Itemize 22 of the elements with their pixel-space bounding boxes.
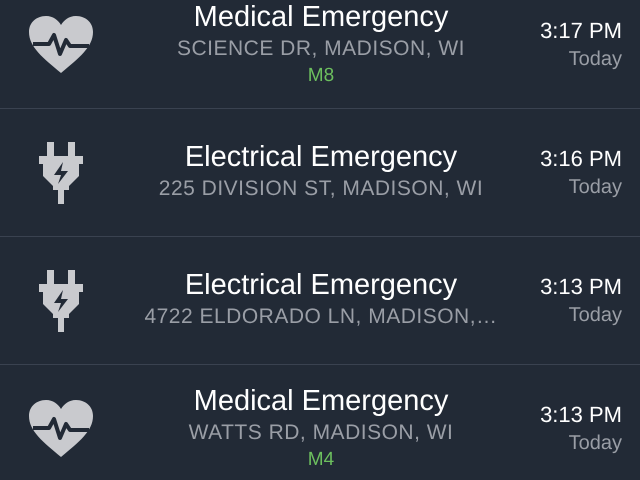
incident-address: 4722 ELDORADO LN, MADISON,… — [144, 304, 498, 330]
heart-pulse-icon — [29, 400, 93, 458]
incident-address: 225 DIVISION ST, MADISON, WI — [158, 176, 484, 202]
incident-address: SCIENCE DR, MADISON, WI — [176, 36, 466, 62]
incident-time: 3:13 PM — [540, 401, 622, 430]
incident-day: Today — [568, 174, 622, 200]
incident-time: 3:17 PM — [540, 17, 622, 46]
incident-title: Electrical Emergency — [184, 141, 458, 174]
unit-label: M4 — [308, 448, 334, 472]
incident-address: WATTS RD, MADISON, WI — [188, 420, 454, 446]
unit-label: M8 — [308, 64, 334, 88]
incident-day: Today — [568, 430, 622, 456]
incident-title: Medical Emergency — [194, 384, 448, 418]
incident-day: Today — [568, 46, 622, 72]
heart-pulse-icon — [29, 16, 93, 74]
incident-day: Today — [568, 302, 622, 328]
incident-time: 3:16 PM — [540, 145, 622, 174]
incident-time: 3:13 PM — [540, 273, 622, 302]
plug-bolt-icon — [39, 270, 83, 332]
incident-title: Electrical Emergency — [184, 269, 458, 302]
incident-title: Medical Emergency — [194, 0, 448, 34]
plug-bolt-icon — [39, 142, 83, 204]
